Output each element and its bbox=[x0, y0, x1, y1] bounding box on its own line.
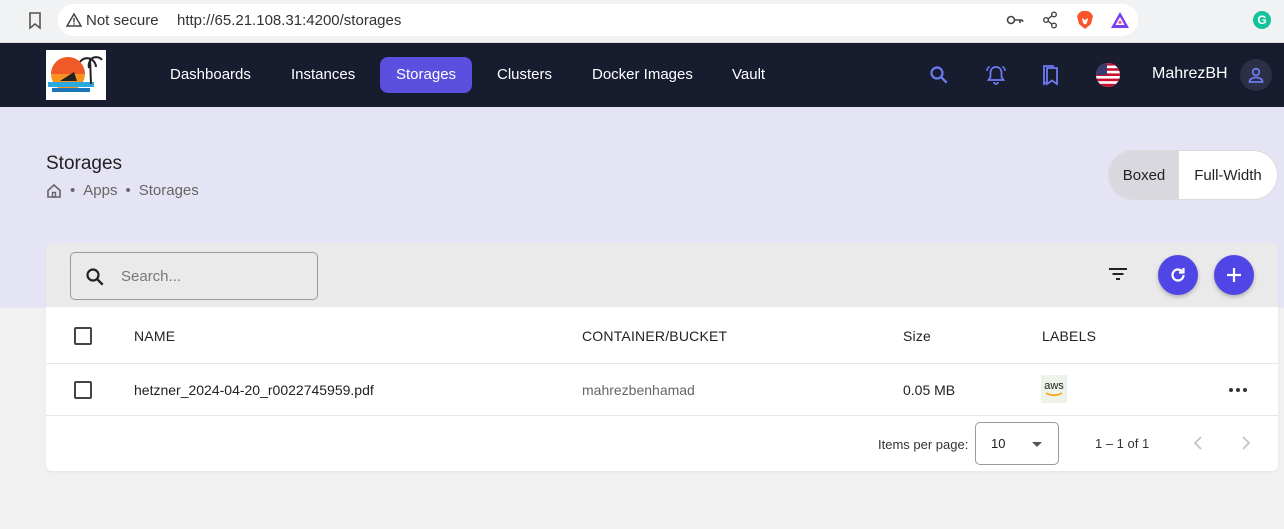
plus-icon bbox=[1227, 268, 1241, 282]
page-title: Storages bbox=[46, 153, 123, 174]
items-per-page-label: Items per page: bbox=[878, 437, 969, 452]
column-labels[interactable]: LABELS bbox=[1042, 328, 1096, 344]
chevron-right-icon[interactable] bbox=[1235, 432, 1257, 454]
security-label[interactable]: Not secure bbox=[86, 12, 159, 29]
breadcrumb-apps[interactable]: Apps bbox=[83, 182, 117, 199]
storages-card: NAME CONTAINER/BUCKET Size LABELS hetzne… bbox=[46, 243, 1278, 471]
table-toolbar bbox=[46, 243, 1278, 307]
nav-dashboards[interactable]: Dashboards bbox=[154, 57, 267, 93]
search-input[interactable] bbox=[121, 265, 301, 287]
aws-smile-icon bbox=[1045, 392, 1063, 397]
column-container[interactable]: CONTAINER/BUCKET bbox=[582, 328, 727, 344]
chevron-left-icon[interactable] bbox=[1187, 432, 1209, 454]
bell-icon[interactable] bbox=[984, 63, 1008, 87]
us-flag-icon[interactable] bbox=[1096, 63, 1120, 87]
boxed-option[interactable]: Boxed bbox=[1109, 151, 1179, 199]
file-size: 0.05 MB bbox=[903, 382, 956, 398]
search-field[interactable] bbox=[70, 252, 318, 300]
add-storage-button[interactable] bbox=[1214, 255, 1254, 295]
breadcrumb: • Apps • Storages bbox=[46, 182, 199, 199]
grammarly-icon[interactable]: G bbox=[1253, 11, 1271, 29]
table-header-row: NAME CONTAINER/BUCKET Size LABELS bbox=[46, 307, 1278, 364]
url-text[interactable]: http://65.21.108.31:4200/storages bbox=[177, 12, 401, 29]
chevron-down-icon bbox=[1032, 442, 1042, 447]
container-name: mahrezbenhamad bbox=[582, 382, 695, 398]
refresh-icon bbox=[1171, 268, 1185, 282]
triangle-extension-icon[interactable] bbox=[1110, 11, 1130, 29]
column-size[interactable]: Size bbox=[903, 328, 931, 344]
page-range: 1 – 1 of 1 bbox=[1095, 436, 1150, 451]
warning-icon[interactable] bbox=[66, 12, 82, 28]
bookmarks-icon[interactable] bbox=[1039, 63, 1063, 87]
items-per-page-value: 10 bbox=[991, 436, 1006, 451]
layout-toggle: Boxed Full-Width bbox=[1108, 150, 1278, 200]
paginator: Items per page: 10 1 – 1 of 1 bbox=[46, 416, 1278, 471]
nav-instances[interactable]: Instances bbox=[275, 57, 371, 93]
breadcrumb-storages: Storages bbox=[138, 182, 199, 199]
breadcrumb-separator: • bbox=[125, 182, 131, 199]
file-name[interactable]: hetzner_2024-04-20_r0022745959.pdf bbox=[134, 382, 374, 398]
select-all-checkbox[interactable] bbox=[74, 327, 92, 345]
search-icon[interactable] bbox=[927, 63, 951, 87]
nav-vault[interactable]: Vault bbox=[716, 57, 781, 93]
user-icon[interactable] bbox=[1240, 59, 1272, 91]
nav-clusters[interactable]: Clusters bbox=[481, 57, 568, 93]
nav-storages[interactable]: Storages bbox=[380, 57, 473, 93]
filter-icon[interactable] bbox=[1108, 266, 1128, 282]
more-icon[interactable] bbox=[1226, 380, 1250, 400]
app-logo[interactable] bbox=[46, 50, 106, 100]
home-icon[interactable] bbox=[46, 183, 62, 199]
row-checkbox[interactable] bbox=[74, 381, 92, 399]
aws-label-badge: aws bbox=[1041, 375, 1067, 403]
username[interactable]: MahrezBH bbox=[1152, 65, 1228, 83]
full-width-option[interactable]: Full-Width bbox=[1179, 151, 1277, 199]
brave-icon[interactable] bbox=[1076, 10, 1094, 30]
breadcrumb-separator: • bbox=[70, 182, 76, 199]
table-row[interactable]: hetzner_2024-04-20_r0022745959.pdf mahre… bbox=[46, 364, 1278, 416]
key-icon[interactable] bbox=[1006, 12, 1024, 28]
nav-docker-images[interactable]: Docker Images bbox=[576, 57, 709, 93]
column-name[interactable]: NAME bbox=[134, 328, 175, 344]
browser-toolbar: Not secure http://65.21.108.31:4200/stor… bbox=[0, 0, 1284, 43]
share-icon[interactable] bbox=[1042, 11, 1058, 29]
bookmark-icon[interactable] bbox=[26, 11, 44, 31]
search-icon bbox=[86, 268, 104, 286]
app-header: Dashboards Instances Storages Clusters D… bbox=[0, 43, 1284, 107]
items-per-page-select[interactable]: 10 bbox=[975, 422, 1059, 465]
address-bar[interactable]: Not secure http://65.21.108.31:4200/stor… bbox=[58, 4, 1138, 36]
refresh-button[interactable] bbox=[1158, 255, 1198, 295]
aws-logo-text: aws bbox=[1044, 380, 1064, 392]
